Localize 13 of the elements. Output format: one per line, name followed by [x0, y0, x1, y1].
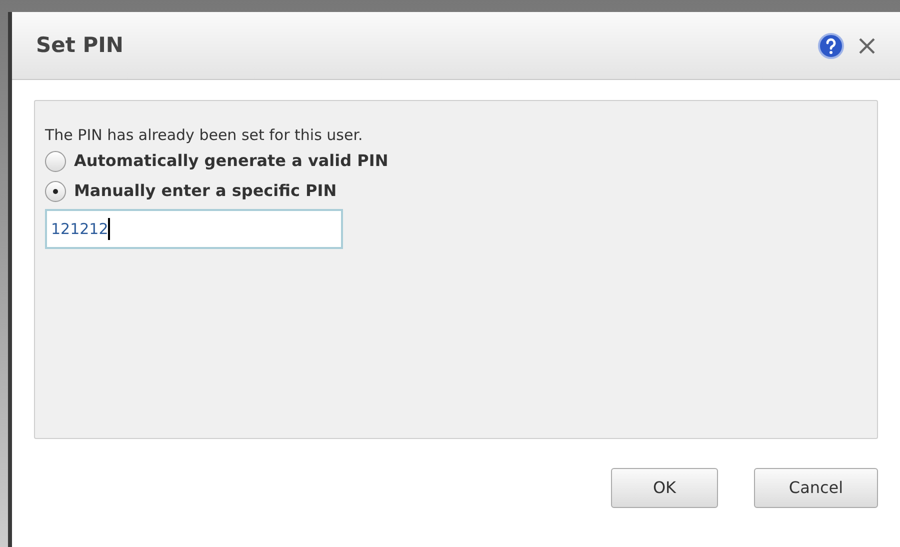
option-label: Manually enter a specific PIN — [74, 180, 337, 202]
dialog-title: Set PIN — [36, 32, 124, 59]
radio-button[interactable] — [45, 180, 66, 202]
pin-input-field[interactable]: 121212 — [45, 209, 343, 249]
info-message: The PIN has already been set for this user. — [45, 125, 364, 145]
radio-button[interactable] — [45, 150, 66, 172]
cancel-button[interactable]: Cancel — [754, 468, 878, 508]
pin-value: 121212 — [51, 218, 108, 240]
help-icon[interactable] — [818, 32, 844, 58]
ok-button[interactable]: OK — [611, 468, 718, 508]
text-cursor — [108, 218, 110, 240]
close-icon[interactable] — [858, 36, 876, 54]
option-label: Automatically generate a valid PIN — [74, 150, 388, 172]
